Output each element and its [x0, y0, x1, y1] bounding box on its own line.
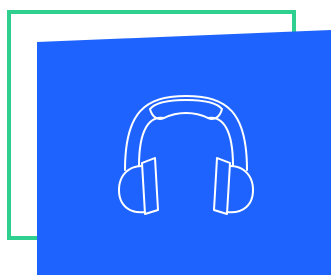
- blue-skewed-panel: [0, 0, 331, 275]
- panel-shape: [37, 30, 331, 275]
